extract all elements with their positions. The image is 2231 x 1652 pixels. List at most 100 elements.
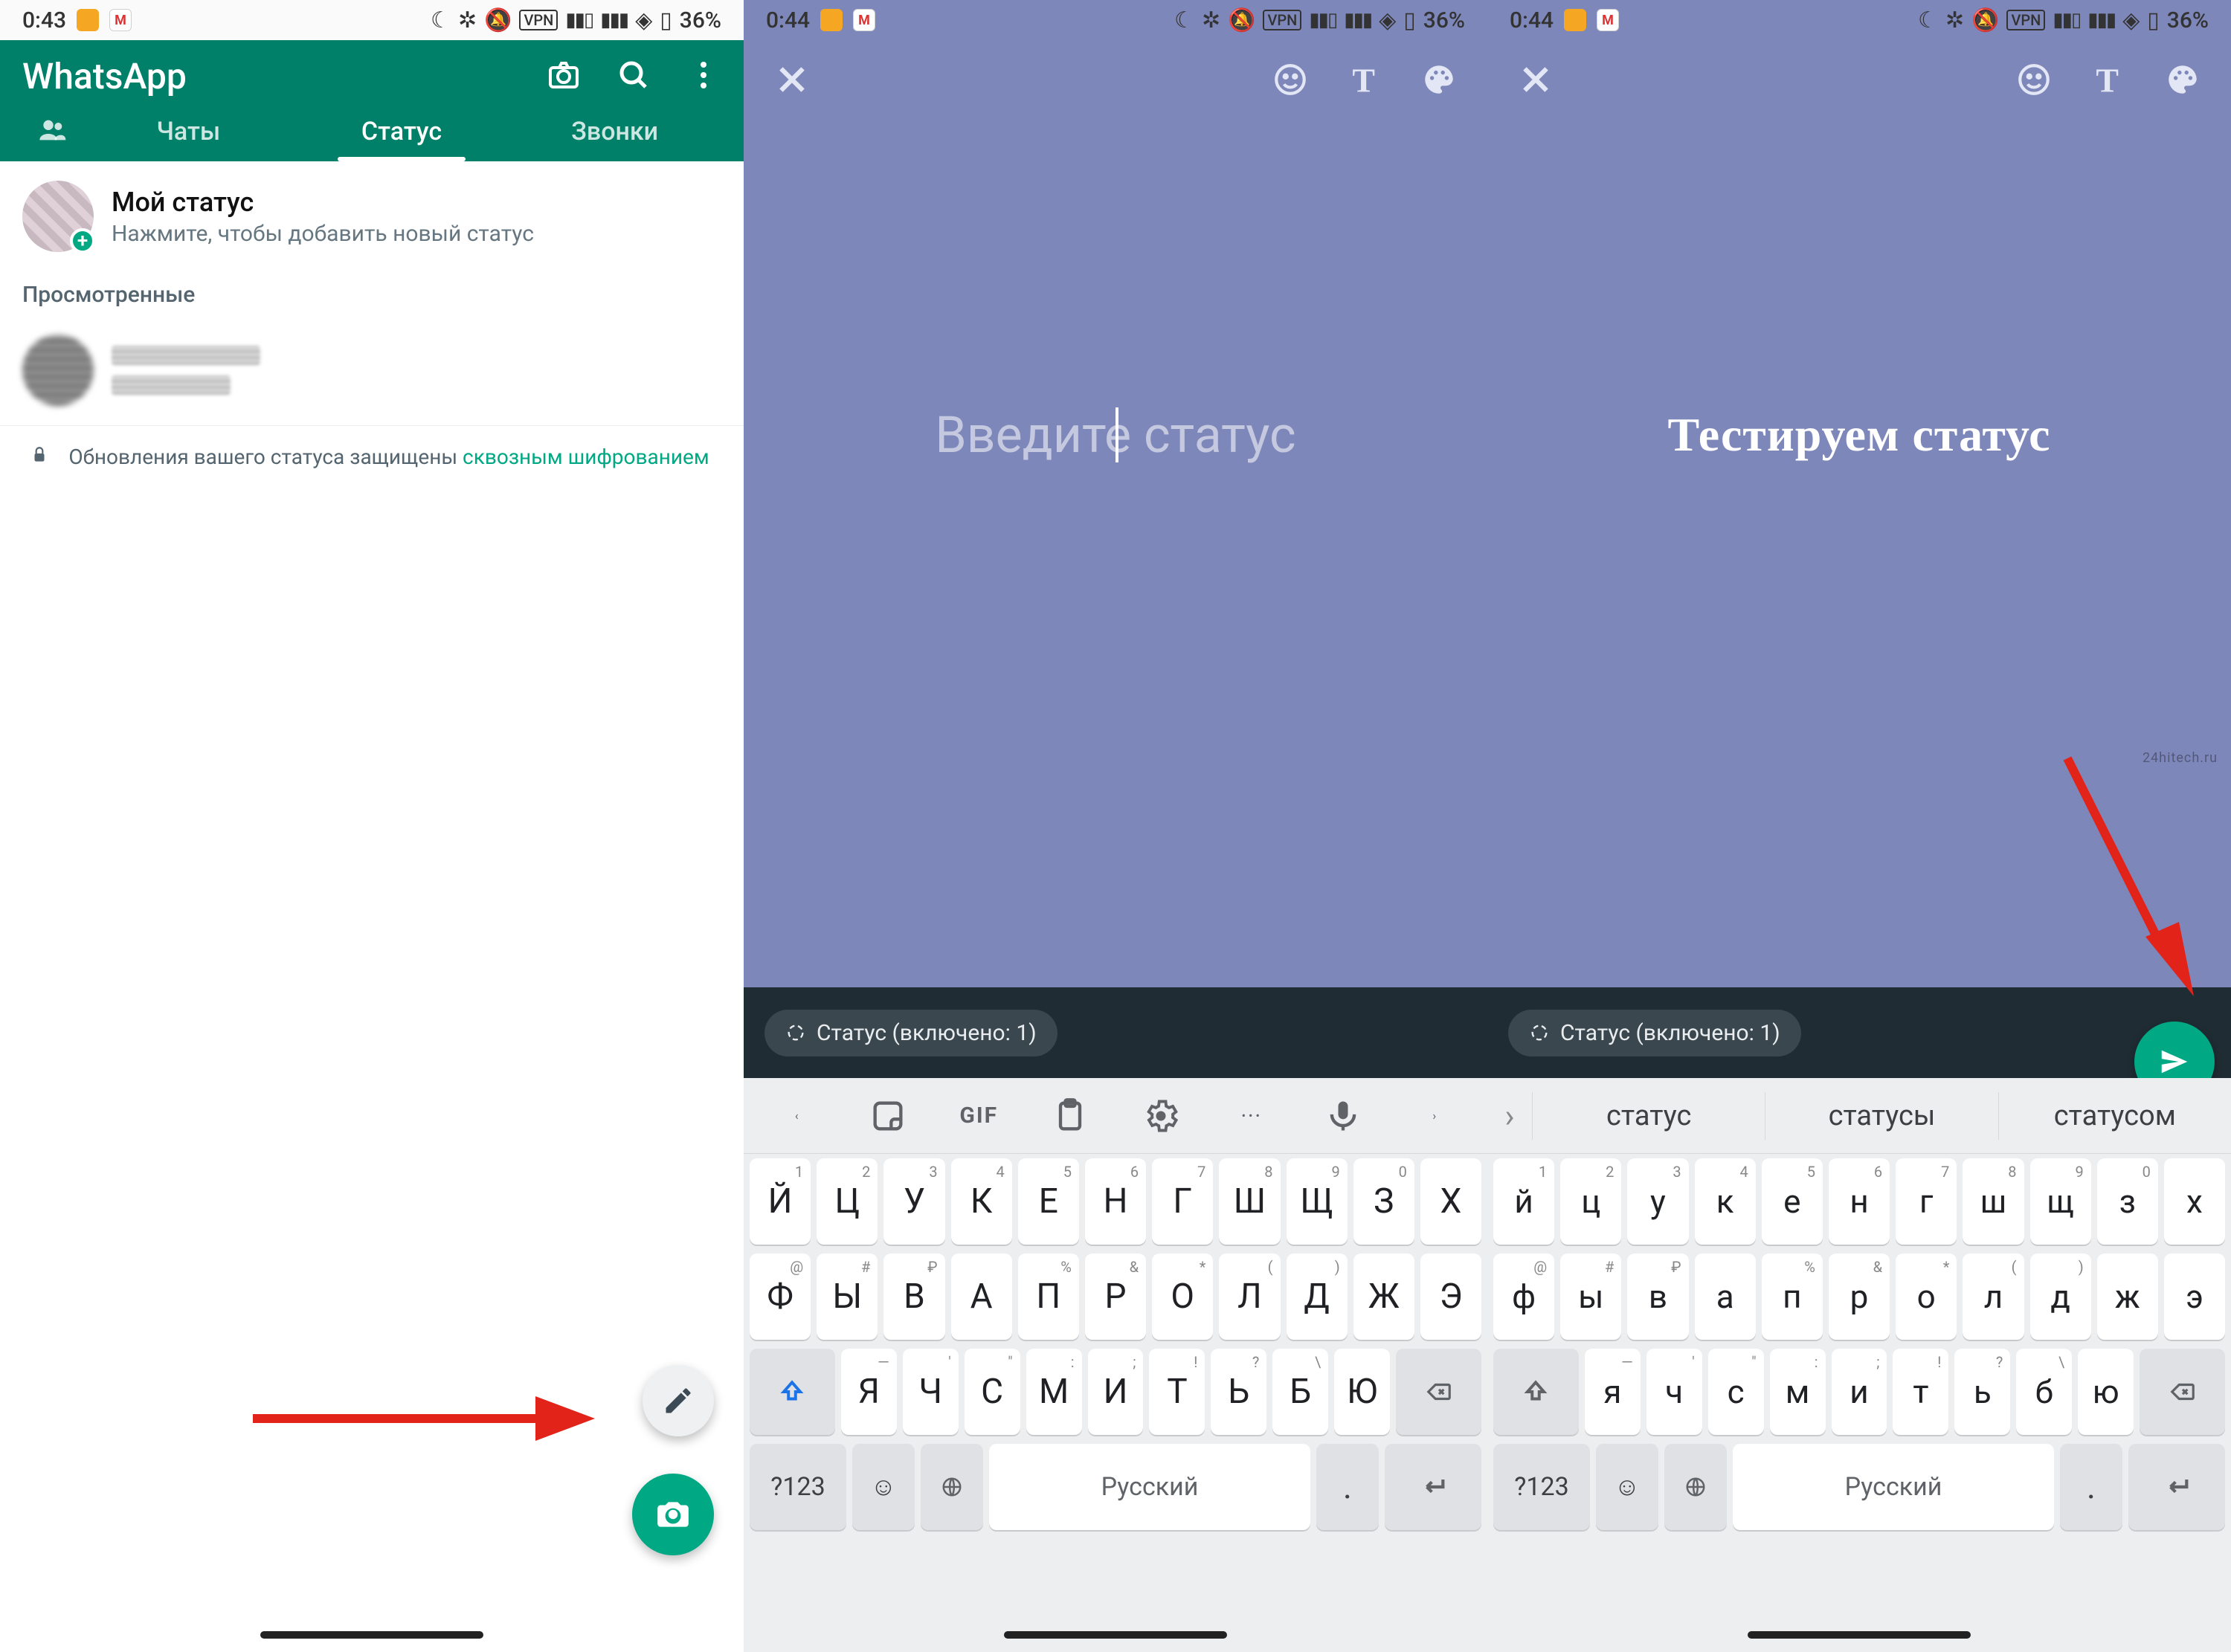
edit-status-fab[interactable] [643, 1365, 714, 1436]
key-у[interactable]: у3 [1627, 1158, 1688, 1245]
key-т[interactable]: т! [1893, 1349, 1948, 1435]
key-ш[interactable]: ш8 [1963, 1158, 2024, 1245]
key-г[interactable]: г7 [1896, 1158, 1957, 1245]
emoji-icon[interactable] [2015, 61, 2053, 101]
emoji-key[interactable]: ☺ [1596, 1444, 1658, 1530]
key-ч[interactable]: ч' [1646, 1349, 1702, 1435]
key-б[interactable]: б\ [2016, 1349, 2072, 1435]
key-а[interactable]: а [1695, 1253, 1756, 1340]
suggestion-word[interactable]: статусы [1765, 1092, 1997, 1140]
close-button[interactable] [1517, 61, 1554, 101]
key-н[interactable]: н6 [1829, 1158, 1890, 1245]
key-Ц[interactable]: Ц2 [817, 1158, 878, 1245]
key-с[interactable]: с" [1708, 1349, 1764, 1435]
kbd-more-icon[interactable]: ••• [1233, 1097, 1272, 1135]
key-р[interactable]: р& [1829, 1253, 1890, 1340]
key-Ж[interactable]: Ж [1353, 1253, 1414, 1340]
key-ф[interactable]: ф@ [1493, 1253, 1554, 1340]
camera-icon[interactable] [546, 57, 582, 96]
palette-icon[interactable] [2164, 61, 2201, 101]
key-Щ[interactable]: Щ9 [1287, 1158, 1348, 1245]
shift-key[interactable] [1493, 1349, 1579, 1435]
key-Я[interactable]: Я— [841, 1349, 897, 1435]
e2e-link[interactable]: сквозным шифрованием [463, 445, 709, 469]
key-В[interactable]: В₽ [883, 1253, 944, 1340]
emoji-icon[interactable] [1272, 61, 1309, 101]
key-Й[interactable]: Й1 [750, 1158, 811, 1245]
close-button[interactable] [773, 61, 811, 101]
viewed-status-row[interactable] [0, 315, 744, 425]
text-font-icon[interactable]: T [1346, 61, 1383, 101]
key-З[interactable]: З0 [1353, 1158, 1414, 1245]
key-Ш[interactable]: Ш8 [1219, 1158, 1280, 1245]
key-Ы[interactable]: Ы# [817, 1253, 878, 1340]
key-в[interactable]: в₽ [1627, 1253, 1688, 1340]
my-status-row[interactable]: + Мой статус Нажмите, чтобы добавить нов… [0, 161, 744, 271]
camera-status-fab[interactable] [632, 1474, 714, 1555]
tab-status[interactable]: Статус [295, 117, 509, 160]
key-ц[interactable]: ц2 [1560, 1158, 1621, 1245]
tab-chats[interactable]: Чаты [82, 117, 295, 160]
key-С[interactable]: С" [965, 1349, 1020, 1435]
key-Б[interactable]: Б\ [1272, 1349, 1328, 1435]
symbols-key[interactable]: ?123 [1493, 1444, 1590, 1530]
key-П[interactable]: П% [1018, 1253, 1079, 1340]
palette-icon[interactable] [1420, 61, 1458, 101]
status-privacy-chip[interactable]: Статус (включено: 1) [764, 1010, 1057, 1056]
nav-bar-pill[interactable] [1748, 1631, 1971, 1639]
kbd-sticker-icon[interactable] [869, 1097, 907, 1135]
space-key[interactable]: Русский [1733, 1444, 2054, 1530]
key-О[interactable]: О* [1152, 1253, 1213, 1340]
key-Ч[interactable]: Ч' [903, 1349, 959, 1435]
key-л[interactable]: л( [1963, 1253, 2024, 1340]
key-М[interactable]: М: [1026, 1349, 1082, 1435]
kbd-fwd-icon[interactable]: › [1415, 1097, 1454, 1135]
period-key[interactable]: . [1316, 1444, 1379, 1530]
space-key[interactable]: Русский [989, 1444, 1310, 1530]
key-х[interactable]: х [2164, 1158, 2225, 1245]
key-э[interactable]: э [2164, 1253, 2225, 1340]
key-ь[interactable]: ь? [1954, 1349, 2010, 1435]
key-А[interactable]: А [951, 1253, 1012, 1340]
suggestion-word[interactable]: статус [1532, 1092, 1765, 1140]
status-privacy-chip[interactable]: Статус (включено: 1) [1508, 1010, 1801, 1056]
globe-key[interactable] [921, 1444, 983, 1530]
kbd-mic-icon[interactable] [1324, 1097, 1362, 1135]
key-й[interactable]: й1 [1493, 1158, 1554, 1245]
keyboard[interactable]: › статус статусы статусом й1ц2у3к4е5н6г7… [1487, 1078, 2231, 1652]
sugg-expand-icon[interactable]: › [1487, 1097, 1532, 1135]
period-key[interactable]: . [2060, 1444, 2122, 1530]
key-п[interactable]: п% [1762, 1253, 1823, 1340]
key-Х[interactable]: Х [1420, 1158, 1481, 1245]
suggestion-word[interactable]: статусом [1998, 1092, 2231, 1140]
text-font-icon[interactable]: T [2090, 61, 2127, 101]
symbols-key[interactable]: ?123 [750, 1444, 846, 1530]
key-Ь[interactable]: Ь? [1211, 1349, 1266, 1435]
key-И[interactable]: И; [1088, 1349, 1144, 1435]
key-к[interactable]: к4 [1695, 1158, 1756, 1245]
key-Л[interactable]: Л( [1219, 1253, 1280, 1340]
enter-key[interactable] [1385, 1444, 1481, 1530]
kbd-back-icon[interactable]: ‹ [777, 1097, 816, 1135]
key-Ю[interactable]: Ю [1334, 1349, 1390, 1435]
key-Т[interactable]: Т! [1149, 1349, 1205, 1435]
key-ю[interactable]: ю [2078, 1349, 2134, 1435]
globe-key[interactable] [1664, 1444, 1727, 1530]
key-К[interactable]: К4 [951, 1158, 1012, 1245]
key-Е[interactable]: Е5 [1018, 1158, 1079, 1245]
key-и[interactable]: и; [1832, 1349, 1887, 1435]
key-з[interactable]: з0 [2097, 1158, 2158, 1245]
tab-calls[interactable]: Звонки [508, 117, 721, 160]
more-icon[interactable] [686, 57, 721, 96]
status-text-input[interactable]: Введите статус [744, 122, 1487, 748]
key-Э[interactable]: Э [1420, 1253, 1481, 1340]
key-ы[interactable]: ы# [1560, 1253, 1621, 1340]
key-У[interactable]: У3 [883, 1158, 944, 1245]
key-Ф[interactable]: Ф@ [750, 1253, 811, 1340]
enter-key[interactable] [2128, 1444, 2225, 1530]
emoji-key[interactable]: ☺ [852, 1444, 915, 1530]
backspace-key[interactable] [2140, 1349, 2225, 1435]
kbd-settings-icon[interactable] [1142, 1097, 1180, 1135]
key-я[interactable]: я— [1585, 1349, 1641, 1435]
shift-key[interactable] [750, 1349, 835, 1435]
